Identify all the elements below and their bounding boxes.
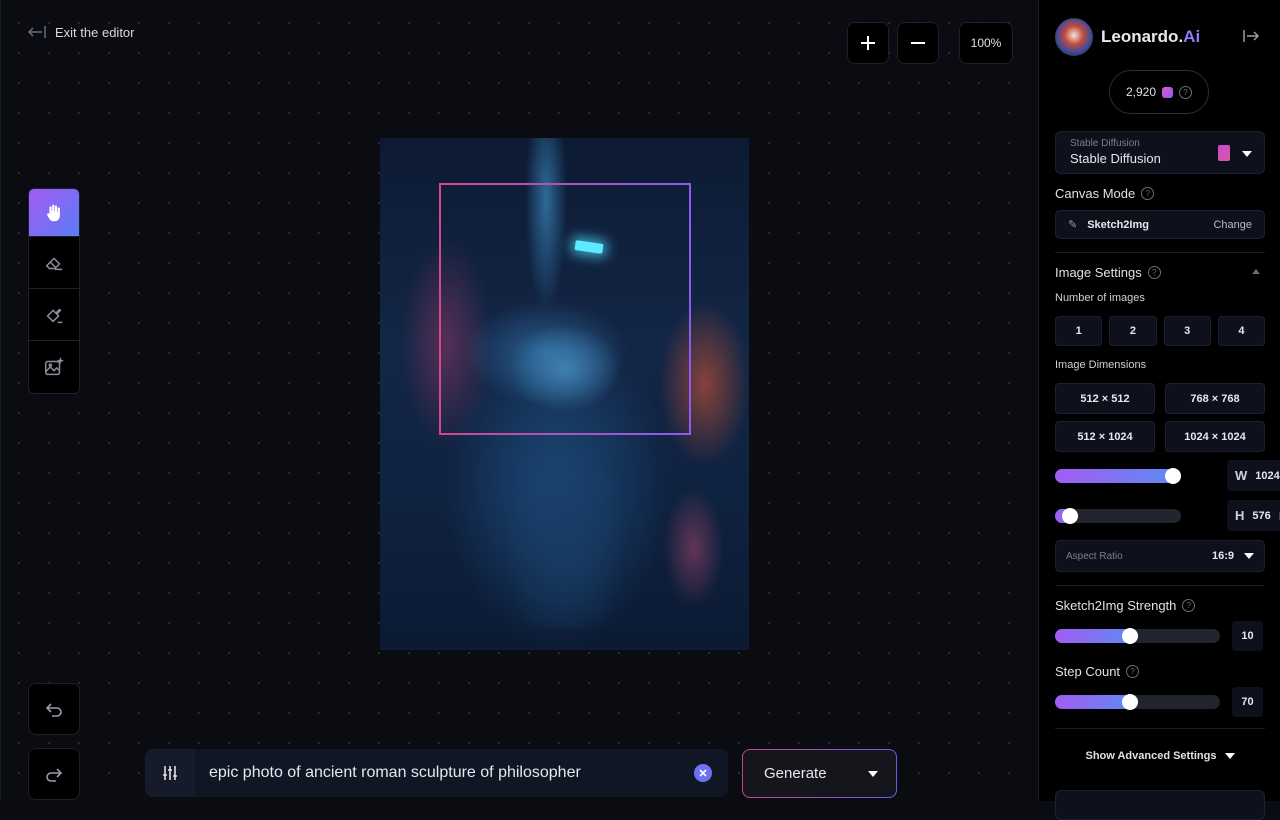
undo-button[interactable] [28, 683, 80, 735]
num-images-4[interactable]: 4 [1217, 316, 1265, 346]
help-icon[interactable]: ? [1182, 599, 1196, 612]
credits-badge: 2,920 ? [1109, 70, 1209, 114]
slider-thumb[interactable] [1061, 508, 1078, 524]
chevron-down-icon [1242, 151, 1252, 157]
prompt-bar [145, 749, 728, 797]
number-of-images-group: 1 2 3 4 [1055, 316, 1265, 346]
dimension-preset[interactable]: 512 × 512 [1055, 383, 1155, 414]
generate-label: Generate [764, 765, 827, 782]
show-advanced-settings-button[interactable]: Show Advanced Settings [1055, 750, 1265, 762]
image-settings-heading[interactable]: Image Settings ? [1055, 265, 1161, 280]
brand-name: Leonardo.Ai [1101, 27, 1201, 46]
prompt-settings-button[interactable] [145, 749, 195, 797]
hand-icon [47, 204, 60, 221]
eraser-icon [45, 256, 63, 270]
dimension-preset[interactable]: 512 × 1024 [1055, 421, 1155, 452]
settings-sidebar: Leonardo.Ai 2,920 ? Stable Diffusion Sta… [1038, 0, 1280, 820]
width-input[interactable]: W 1024 px [1227, 460, 1280, 491]
tool-mask-brush[interactable] [29, 289, 79, 341]
zoom-level[interactable]: 100% [959, 22, 1013, 64]
image-add-icon [45, 357, 64, 376]
exit-editor-link[interactable]: Exit the editor [27, 24, 135, 40]
generate-button[interactable]: Generate [742, 749, 897, 798]
help-icon[interactable]: ? [1141, 187, 1155, 200]
canvas-mode-value: Sketch2Img [1087, 218, 1149, 231]
help-icon[interactable]: ? [1179, 85, 1193, 99]
slider-fill [1055, 469, 1181, 483]
brand: Leonardo.Ai [1055, 18, 1200, 56]
divider [1055, 252, 1265, 253]
brand-logo [1055, 18, 1093, 56]
plus-icon [861, 36, 875, 50]
dimension-preset[interactable]: 1024 × 1024 [1165, 421, 1265, 452]
sliders-icon [163, 766, 177, 780]
divider [1055, 585, 1265, 586]
width-slider[interactable] [1055, 468, 1181, 484]
exit-editor-label: Exit the editor [55, 24, 135, 40]
dimension-presets: 512 × 512 768 × 768 512 × 1024 1024 × 10… [1055, 383, 1265, 452]
help-icon[interactable]: ? [1147, 266, 1161, 279]
chevron-down-icon [1224, 753, 1235, 759]
canvas-mode-box: ✎ Sketch2Img Change [1055, 210, 1265, 239]
aspect-ratio-value: 16:9 [1211, 550, 1234, 562]
collapse-sidebar-button[interactable] [1242, 28, 1260, 49]
help-icon[interactable]: ? [1126, 665, 1140, 678]
chevron-down-icon[interactable] [868, 770, 878, 777]
aspect-ratio-select[interactable]: Aspect Ratio 16:9 [1055, 540, 1265, 572]
model-select[interactable]: Stable Diffusion Stable Diffusion [1055, 131, 1265, 174]
credits-value: 2,920 [1125, 85, 1157, 99]
change-mode-button[interactable]: Change [1213, 219, 1252, 231]
number-of-images-label: Number of images [1055, 292, 1145, 304]
slider-thumb[interactable] [1122, 628, 1139, 644]
bottom-panel-button[interactable] [1055, 790, 1265, 820]
clear-prompt-button[interactable] [694, 764, 712, 782]
height-input[interactable]: H 576 px [1227, 500, 1280, 531]
strength-heading: Sketch2Img Strength ? [1055, 598, 1196, 613]
tool-pan[interactable] [29, 189, 79, 237]
canvas-mode-heading: Canvas Mode ? [1055, 186, 1155, 201]
slider-thumb[interactable] [1122, 694, 1139, 710]
exit-arrow-icon [27, 26, 46, 38]
canvas-area[interactable]: Exit the editor 100% epic photo of ancie… [0, 0, 1038, 801]
num-images-3[interactable]: 3 [1163, 316, 1211, 346]
aspect-ratio-label: Aspect Ratio [1066, 550, 1123, 562]
zoom-in-button[interactable] [847, 22, 889, 64]
dimension-preset[interactable]: 768 × 768 [1165, 383, 1265, 414]
redo-icon [46, 768, 63, 782]
collapse-arrow-icon [1243, 30, 1260, 42]
redo-button[interactable] [28, 748, 80, 800]
tool-image-upload[interactable] [29, 341, 79, 393]
zoom-out-button[interactable] [897, 22, 939, 64]
chevron-up-icon[interactable] [1252, 269, 1260, 274]
tool-palette [28, 188, 80, 394]
minus-icon [911, 42, 925, 44]
step-count-value[interactable]: 70 [1232, 687, 1263, 717]
chevron-down-icon [1244, 553, 1254, 559]
step-count-slider[interactable] [1055, 694, 1220, 710]
num-images-1[interactable]: 1 [1055, 316, 1103, 346]
image-dimensions-label: Image Dimensions [1055, 359, 1147, 371]
brush-icon [46, 307, 63, 323]
document-icon [1218, 145, 1230, 161]
tool-eraser[interactable] [29, 237, 79, 289]
undo-icon [45, 703, 62, 717]
strength-slider[interactable] [1055, 628, 1220, 644]
divider [1055, 728, 1265, 729]
generation-frame[interactable] [439, 183, 691, 435]
token-icon [1162, 86, 1174, 98]
close-icon [699, 769, 707, 777]
height-slider[interactable] [1055, 508, 1181, 524]
slider-thumb[interactable] [1165, 468, 1181, 484]
num-images-2[interactable]: 2 [1109, 316, 1157, 346]
strength-value[interactable]: 10 [1232, 621, 1263, 651]
pencil-icon: ✎ [1068, 219, 1078, 231]
prompt-input[interactable] [195, 749, 694, 797]
step-count-heading: Step Count ? [1055, 664, 1140, 679]
